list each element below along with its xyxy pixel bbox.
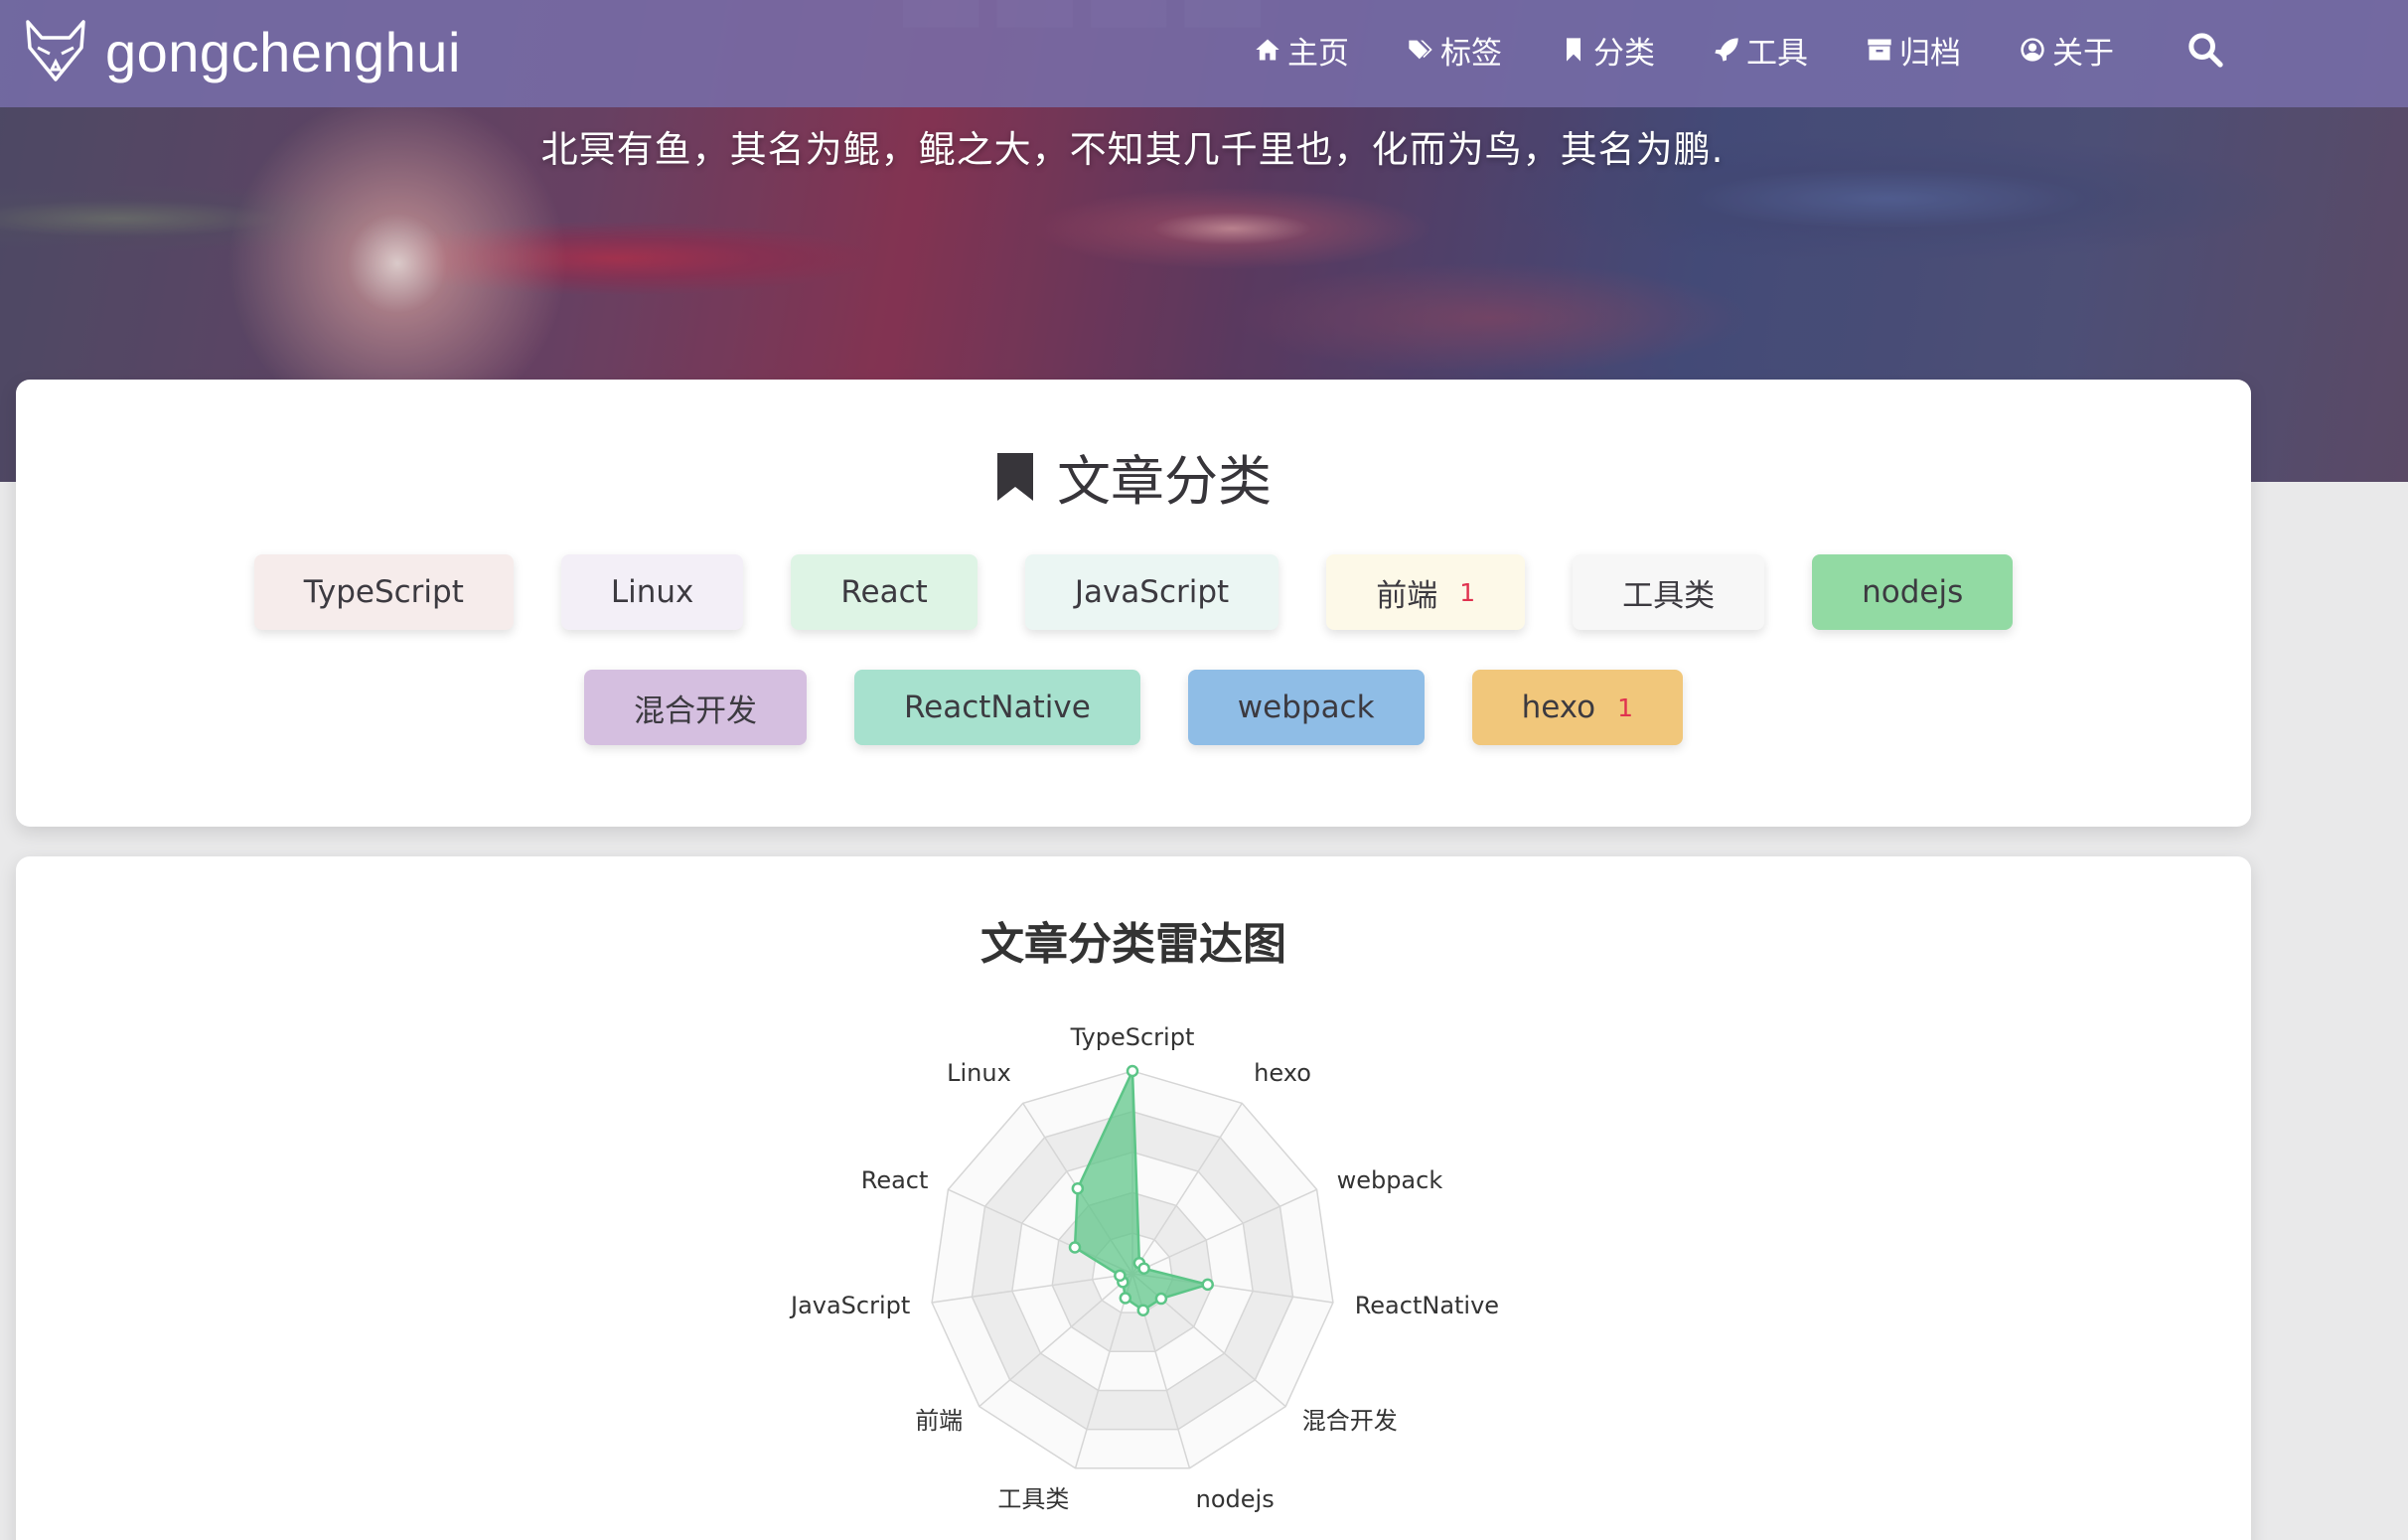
radar-axis-label: ReactNative <box>1355 1292 1499 1319</box>
nav-item-label: 关于 <box>2052 35 2114 72</box>
category-chip[interactable]: ReactNative <box>853 670 1140 745</box>
radar-point <box>1071 1181 1085 1195</box>
category-chip-name: JavaScript <box>1074 574 1230 610</box>
category-chip-name: webpack <box>1237 690 1375 725</box>
navbar: gongchenghui 主页 标签 分类 工具 归档 关于 <box>0 0 2408 107</box>
category-chip[interactable]: webpack <box>1187 670 1425 745</box>
radar-axis-label: 前端 <box>915 1407 963 1435</box>
categories-heading: 文章分类 <box>16 437 2251 516</box>
radar-point <box>1068 1241 1082 1254</box>
radar-axis-label: webpack <box>1337 1166 1443 1194</box>
category-chip-name: Linux <box>610 574 694 610</box>
user-circle-icon <box>2021 38 2044 62</box>
category-chip[interactable]: nodejs <box>1812 554 2014 630</box>
tags-icon <box>1409 40 1432 60</box>
category-chip-name: nodejs <box>1862 574 1964 610</box>
category-chip-name: 前端 <box>1376 577 1438 614</box>
category-chip-name: 混合开发 <box>633 693 757 729</box>
nav-item-about[interactable]: 关于 <box>2019 28 2114 72</box>
category-chip[interactable]: 工具类 <box>1573 554 1765 630</box>
search-icon[interactable] <box>2185 30 2225 70</box>
radar-axis-label: hexo <box>1254 1059 1311 1087</box>
categories-card: 文章分类 TypeScript Linux React JavaScript 前端 1 工具… <box>16 380 2251 827</box>
nav-item-label: 归档 <box>1899 35 1961 72</box>
archive-icon <box>1868 39 1891 61</box>
category-chip[interactable]: 前端 1 <box>1326 554 1526 630</box>
radar-axis-label: Linux <box>947 1059 1011 1087</box>
category-chip-name: 工具类 <box>1622 577 1716 614</box>
category-chips-row-1: TypeScript Linux React JavaScript 前端 1 工具类 node… <box>16 554 2251 630</box>
nav-item-label: 主页 <box>1287 35 1349 72</box>
categories-title: 文章分类 <box>1057 450 1272 513</box>
nav-item-tools[interactable]: 工具 <box>1713 28 1808 72</box>
radar-axis-label: React <box>861 1166 929 1194</box>
category-chips-row-2: 混合开发 ReactNative webpack hexo 1 <box>16 670 2251 745</box>
home-icon <box>1256 39 1279 61</box>
category-chip-name: TypeScript <box>303 574 464 610</box>
radar-point <box>1154 1292 1168 1306</box>
radar-point <box>1137 1262 1150 1275</box>
category-chip[interactable]: 混合开发 <box>583 670 807 745</box>
category-chip-count: 1 <box>1617 693 1634 722</box>
radar-chart: TypeScript hexo webpack ReactNative 混合开发 node… <box>789 1023 1499 1513</box>
category-chip-count: 1 <box>1459 577 1476 607</box>
radar-point <box>1126 1064 1139 1078</box>
fox-logo-icon[interactable] <box>24 18 87 85</box>
nav-item-label: 分类 <box>1593 35 1655 72</box>
radar-card: 文章分类雷达图 TypeScript hexo webpack ReactNative… <box>16 856 2251 1540</box>
category-chip[interactable]: JavaScript <box>1024 554 1279 630</box>
radar-axis-label: 混合开发 <box>1302 1407 1398 1435</box>
nav-item-tags[interactable]: 标签 <box>1407 28 1502 72</box>
page: ▬▬▬▬ 北冥有鱼，其名为鲲，鲲之大，不知其几千里也，化而为鸟，其名为鹏. go… <box>0 0 2408 1540</box>
radar-axis-label: 工具类 <box>997 1485 1069 1513</box>
brand-name[interactable]: gongchenghui <box>105 20 461 84</box>
nav-item-archive[interactable]: 归档 <box>1866 28 1961 72</box>
category-chip-name: hexo <box>1521 690 1596 725</box>
radar-point <box>1119 1292 1132 1305</box>
category-chip[interactable]: Linux <box>560 554 744 630</box>
category-chip[interactable]: hexo 1 <box>1471 670 1684 745</box>
nav-item-categories[interactable]: 分类 <box>1560 28 1655 72</box>
rocket-icon <box>1715 38 1738 62</box>
nav-item-home[interactable]: 主页 <box>1254 28 1349 72</box>
category-chip[interactable]: TypeScript <box>253 554 514 630</box>
category-chip[interactable]: React <box>791 554 978 630</box>
radar-point <box>1136 1304 1150 1316</box>
radar-axis-label: TypeScript <box>1070 1023 1195 1051</box>
radar-axis-label: nodejs <box>1196 1485 1275 1513</box>
bookmark-icon <box>997 452 1033 501</box>
nav-menu: 主页 标签 分类 工具 归档 关于 <box>1254 28 2172 72</box>
radar-axis-label: JavaScript <box>789 1292 910 1319</box>
category-chip-name: ReactNative <box>903 690 1091 725</box>
nav-item-label: 标签 <box>1440 35 1502 72</box>
nav-item-label: 工具 <box>1746 35 1808 72</box>
radar-point <box>1114 1269 1127 1283</box>
category-chip-name: React <box>840 574 928 610</box>
page-background-gutter <box>2251 482 2408 1540</box>
bookmark-icon <box>1567 38 1580 62</box>
radar-point <box>1201 1278 1214 1292</box>
hero-tagline: 北冥有鱼，其名为鲲，鲲之大，不知其几千里也，化而为鸟，其名为鹏. <box>540 128 1725 171</box>
